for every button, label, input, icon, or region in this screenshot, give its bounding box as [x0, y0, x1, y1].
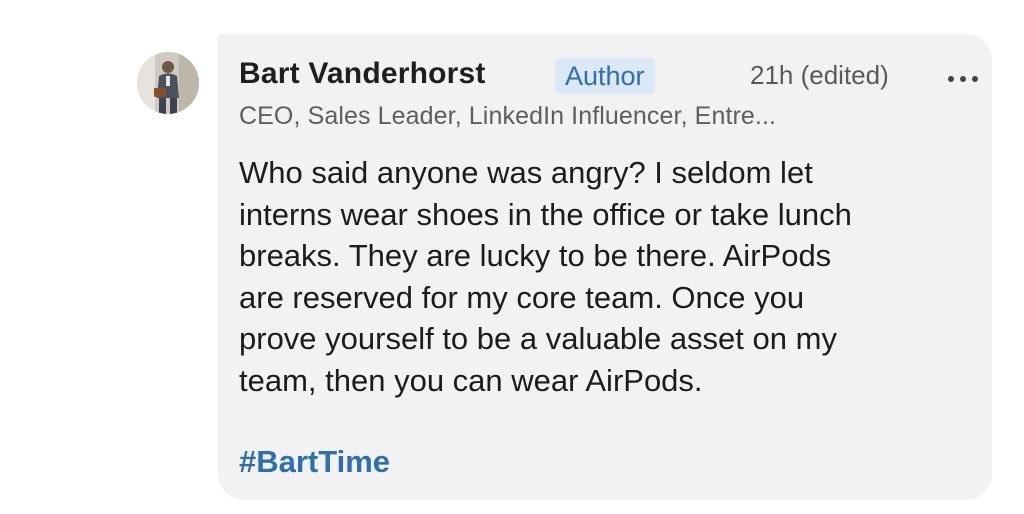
hashtag-link[interactable]: #BartTime — [239, 444, 390, 480]
author-badge: Author — [555, 58, 655, 94]
comment-line: are reserved for my core team. Once you — [239, 279, 805, 315]
comment-timestamp: 21h (edited) — [750, 60, 889, 90]
more-horizontal-icon[interactable] — [945, 62, 981, 92]
author-headline: CEO, Sales Leader, LinkedIn Influencer, … — [239, 102, 777, 130]
comment-line: Who said anyone was angry? I seldom let — [239, 155, 813, 190]
comment-bubble: Bart Vanderhorst Author 21h (edited) CEO… — [218, 34, 992, 500]
comment-body: Who said anyone was angry? I seldom let … — [239, 152, 969, 401]
comment-header: Bart Vanderhorst Author 21h (edited) — [239, 56, 978, 96]
avatar-photo — [137, 52, 199, 114]
avatar[interactable] — [137, 52, 199, 114]
comment-screen: Bart Vanderhorst Author 21h (edited) CEO… — [0, 0, 1024, 514]
comment-line: prove yourself to be a valuable asset on… — [239, 321, 837, 356]
author-name[interactable]: Bart Vanderhorst — [239, 57, 486, 91]
comment-line: team, then you can wear AirPods. — [239, 362, 703, 398]
comment-line: breaks. They are lucky to be there. AirP… — [239, 238, 832, 273]
comment-line: interns wear shoes in the office or take… — [239, 196, 852, 232]
